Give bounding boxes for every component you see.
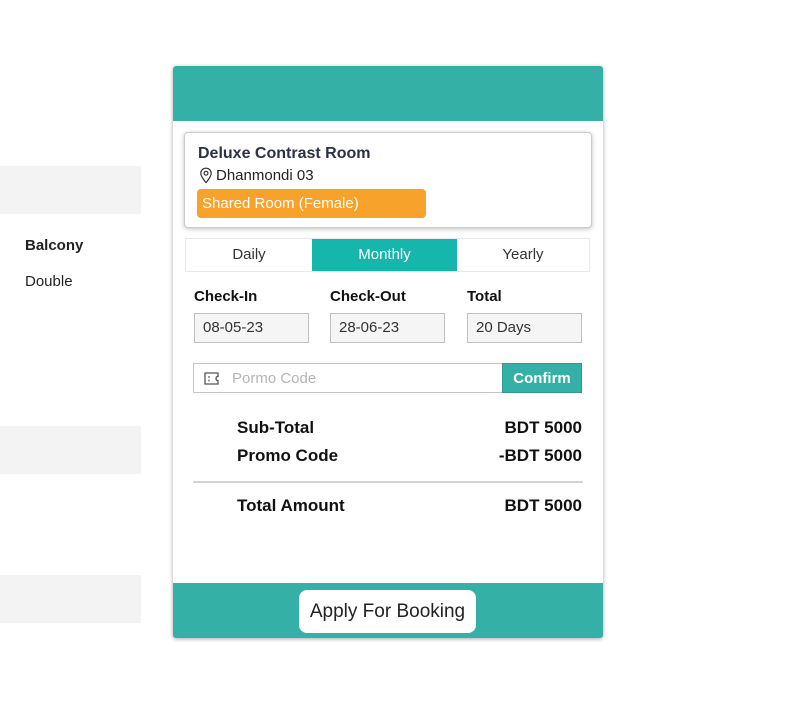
promo-code-input[interactable] [232,364,502,392]
checkout-label: Check-Out [330,288,406,305]
promo-discount-label: Promo Code [237,446,339,465]
left-row-stripe [0,575,141,623]
room-title: Deluxe Contrast Room [198,145,371,162]
confirm-promo-button[interactable]: Confirm [502,363,582,393]
tab-yearly[interactable]: Yearly [457,239,589,271]
total-days-field: 20 Days [467,313,582,343]
ticket-icon [204,372,219,385]
room-info-box: Deluxe Contrast Room Dhanmondi 03 Shared… [184,132,592,228]
tab-daily[interactable]: Daily [186,239,312,271]
feature-double: Double [25,273,73,290]
total-amount-label: Total Amount [237,496,345,515]
total-label: Total [467,288,502,305]
promo-code-group: Confirm [193,363,582,393]
left-row-stripe [0,426,141,474]
card-footer: Apply For Booking [173,583,603,638]
room-location: Dhanmondi 03 [198,167,314,184]
left-row-stripe [0,166,141,214]
location-pin-icon [200,167,212,184]
card-header [173,66,603,121]
period-tabs: Daily Monthly Yearly [185,238,590,272]
tab-monthly[interactable]: Monthly [312,239,457,271]
promo-discount-value: -BDT 5000 [498,446,582,465]
room-location-text: Dhanmondi 03 [216,167,314,184]
room-type-badge: Shared Room (Female) [197,189,426,218]
apply-for-booking-button[interactable]: Apply For Booking [299,590,476,633]
checkin-field[interactable]: 08-05-23 [194,313,309,343]
checkout-field[interactable]: 28-06-23 [330,313,445,343]
subtotal-value: BDT 5000 [504,418,582,437]
booking-card: Deluxe Contrast Room Dhanmondi 03 Shared… [173,66,603,638]
summary-divider [193,481,583,483]
total-amount-value: BDT 5000 [504,496,582,515]
subtotal-label: Sub-Total [237,418,315,437]
feature-balcony: Balcony [25,237,84,254]
checkin-label: Check-In [194,288,258,305]
